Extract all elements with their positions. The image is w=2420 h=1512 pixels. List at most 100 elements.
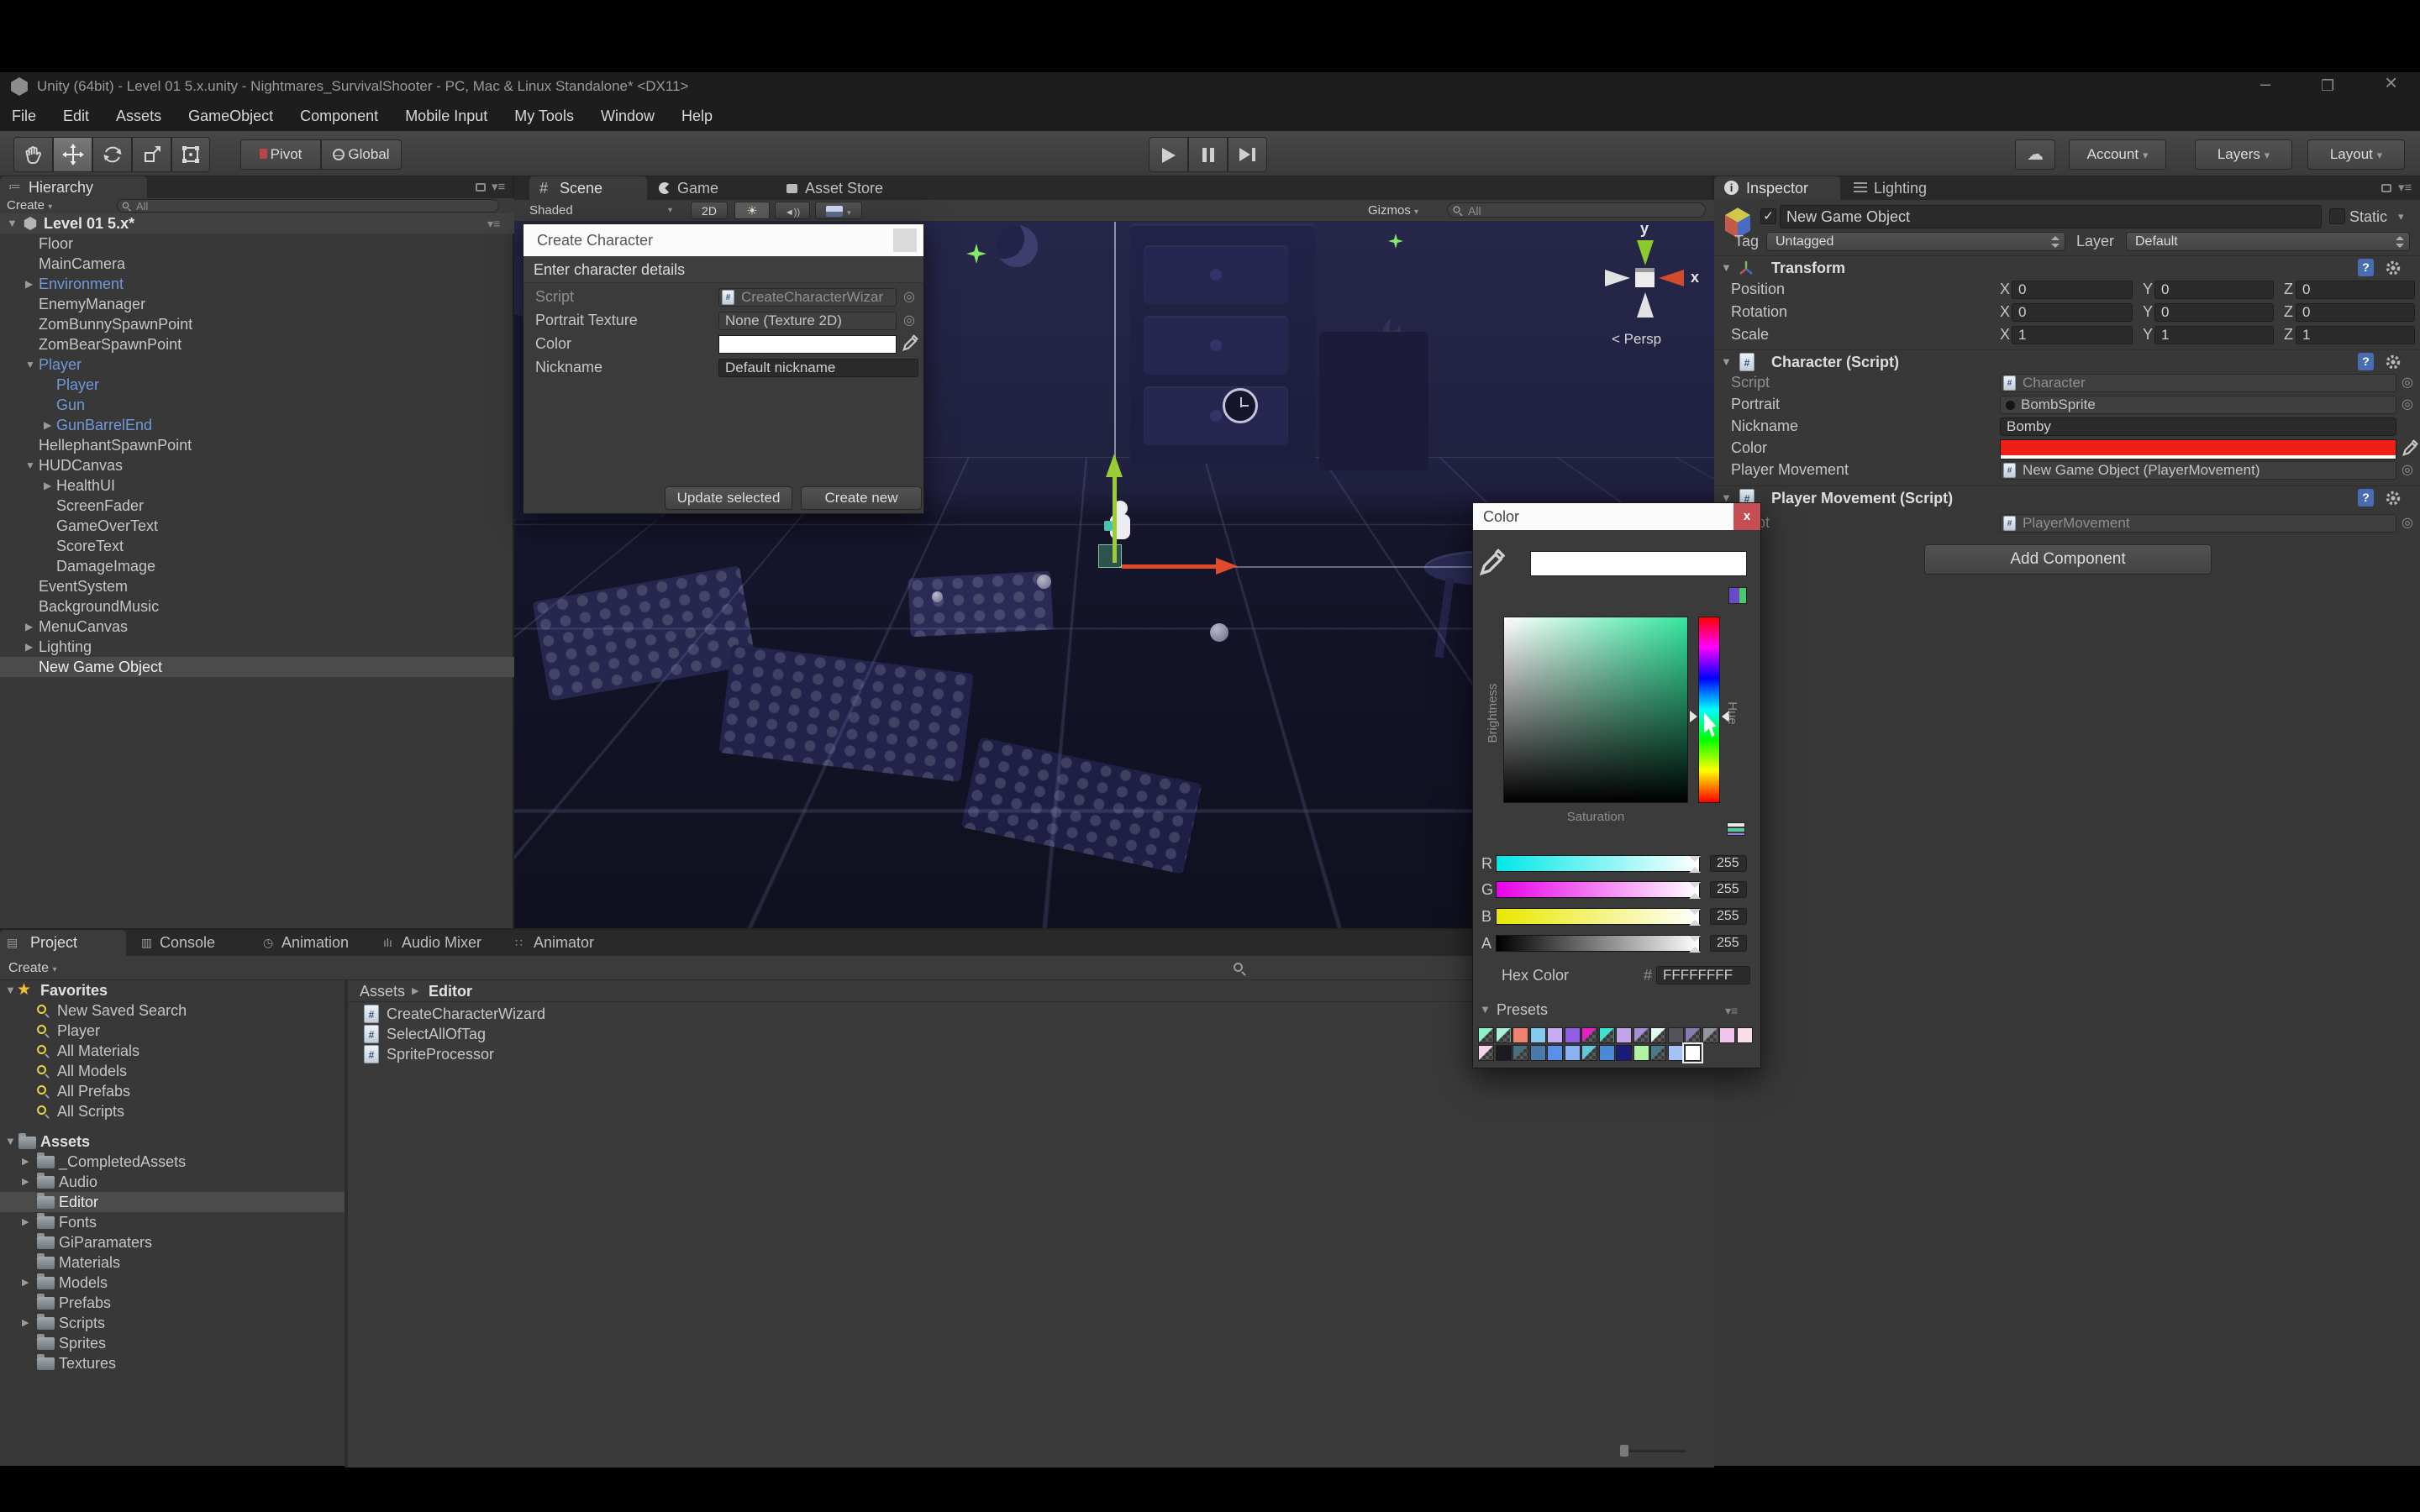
- expand-arrow-icon[interactable]: ▶: [25, 274, 33, 294]
- create-new-button[interactable]: Create new: [801, 486, 922, 510]
- object-picker-icon[interactable]: ◎: [2402, 396, 2413, 413]
- preset-swatch[interactable]: [1478, 1045, 1494, 1061]
- favorite-item-all-models[interactable]: All Models: [0, 1061, 345, 1081]
- preset-swatch[interactable]: [1564, 1045, 1581, 1061]
- preset-swatch[interactable]: [1650, 1027, 1666, 1043]
- slider-track-g[interactable]: [1496, 881, 1701, 899]
- pm-script-field[interactable]: # PlayerMovement: [2000, 514, 2396, 533]
- transform-header[interactable]: ▼ Transform ?: [1714, 255, 2420, 279]
- menu-item-edit[interactable]: Edit: [63, 108, 89, 125]
- expand-arrow-icon[interactable]: ▼: [25, 455, 35, 475]
- shading-mode-dropdown[interactable]: Shaded ▾: [521, 202, 681, 219]
- preset-swatch[interactable]: [1512, 1045, 1528, 1061]
- object-picker-icon[interactable]: ◎: [2402, 375, 2413, 391]
- slider-handle[interactable]: [1689, 909, 1701, 926]
- preset-swatch[interactable]: [1547, 1027, 1563, 1043]
- expand-arrow-icon[interactable]: ▼: [1721, 350, 1732, 374]
- preset-swatch[interactable]: [1581, 1045, 1597, 1061]
- search-icon[interactable]: [1234, 963, 1243, 972]
- char-nickname-field[interactable]: Bomby: [2000, 417, 2396, 436]
- sv-selector-ring[interactable]: [1506, 619, 1517, 630]
- help-icon[interactable]: ?: [2358, 353, 2374, 370]
- preset-swatch[interactable]: [1736, 1027, 1753, 1043]
- expand-arrow-icon[interactable]: ▶: [22, 1172, 29, 1192]
- gizmos-dropdown[interactable]: Gizmos ▾: [1368, 202, 1418, 221]
- breadcrumb-root[interactable]: Assets: [360, 981, 405, 1001]
- hierarchy-item-menucanvas[interactable]: ▶ MenuCanvas: [0, 617, 514, 637]
- menu-item-component[interactable]: Component: [300, 108, 378, 125]
- expand-arrow-icon[interactable]: ▼: [5, 980, 16, 1000]
- eyedropper-icon[interactable]: [2402, 438, 2420, 457]
- preset-swatch[interactable]: [1633, 1027, 1649, 1043]
- player-movement-header[interactable]: ▼ # Player Movement (Script) ?: [1714, 486, 2420, 509]
- hierarchy-item-zombearspawnpoint[interactable]: ZomBearSpawnPoint: [0, 334, 514, 354]
- wizard-menu-button[interactable]: [893, 228, 917, 252]
- hierarchy-item-gunbarrelend[interactable]: ▶ GunBarrelEnd: [0, 415, 514, 435]
- slider-value-field[interactable]: 255: [1710, 935, 1747, 952]
- favorite-item-all-scripts[interactable]: All Scripts: [0, 1101, 345, 1121]
- slider-track-b[interactable]: [1496, 908, 1701, 926]
- slider-handle[interactable]: [1689, 882, 1701, 899]
- expand-arrow-icon[interactable]: ▶: [25, 617, 33, 637]
- hierarchy-item-player[interactable]: ▼ Player: [0, 354, 514, 375]
- view-gizmo[interactable]: y x < Persp: [1581, 222, 1714, 356]
- hierarchy-item-scoretext[interactable]: ScoreText: [0, 536, 514, 556]
- axis-x-field[interactable]: 0: [2012, 281, 2133, 299]
- preset-swatch[interactable]: [1478, 1027, 1494, 1043]
- gizmo-left-cone[interactable]: [1605, 270, 1630, 286]
- expand-arrow-icon[interactable]: ▶: [44, 415, 51, 435]
- preset-swatch[interactable]: [1581, 1027, 1597, 1043]
- lock-icon[interactable]: [2381, 184, 2391, 192]
- saturation-value-box[interactable]: [1503, 617, 1688, 803]
- preset-swatch[interactable]: [1702, 1027, 1718, 1043]
- preset-swatch[interactable]: [1598, 1027, 1615, 1043]
- hierarchy-item-healthui[interactable]: ▶ HealthUI: [0, 475, 514, 496]
- pivot-toggle-button[interactable]: Pivot: [240, 139, 321, 170]
- wizard-nickname-field[interactable]: Default nickname: [718, 359, 918, 377]
- account-dropdown[interactable]: Account ▾: [2069, 139, 2166, 170]
- axis-y-field[interactable]: 0: [2154, 281, 2274, 299]
- close-button[interactable]: ×: [2385, 71, 2397, 93]
- hierarchy-item-player[interactable]: Player: [0, 375, 514, 395]
- preset-swatch[interactable]: [1616, 1045, 1632, 1061]
- gizmo-x-cone[interactable]: [1659, 270, 1684, 286]
- folder-item--completedassets[interactable]: ▶ _CompletedAssets: [0, 1152, 345, 1172]
- menu-item-window[interactable]: Window: [601, 108, 655, 125]
- preset-swatch[interactable]: [1547, 1045, 1563, 1061]
- preset-swatch[interactable]: [1564, 1027, 1581, 1043]
- persp-label[interactable]: < Persp: [1612, 329, 1661, 349]
- picker-title-bar[interactable]: Color x: [1473, 503, 1760, 530]
- hex-color-field[interactable]: FFFFFFFF: [1656, 966, 1750, 984]
- add-component-button[interactable]: Add Component: [1924, 544, 2212, 575]
- layers-dropdown[interactable]: Layers ▾: [2195, 139, 2292, 170]
- folder-item-sprites[interactable]: Sprites: [0, 1333, 345, 1353]
- hierarchy-item-hudcanvas[interactable]: ▼ HUDCanvas: [0, 455, 514, 475]
- eyedropper-icon[interactable]: [902, 333, 920, 352]
- preset-swatch[interactable]: [1682, 1042, 1703, 1063]
- folder-item-textures[interactable]: Textures: [0, 1353, 345, 1373]
- picker-close-button[interactable]: x: [1733, 503, 1760, 530]
- tab-game[interactable]: Game: [655, 176, 731, 200]
- menu-item-mobile-input[interactable]: Mobile Input: [405, 108, 487, 125]
- object-picker-icon[interactable]: ◎: [903, 312, 915, 329]
- presets-menu-icon[interactable]: ▾≡: [1725, 1000, 1738, 1021]
- favorite-item-new-saved-search[interactable]: New Saved Search: [0, 1000, 345, 1021]
- gizmo-y-cone[interactable]: [1637, 240, 1654, 265]
- expand-arrow-icon[interactable]: ▶: [25, 637, 33, 657]
- expand-arrow-icon[interactable]: ▶: [22, 1152, 29, 1172]
- object-picker-icon[interactable]: ◎: [903, 289, 915, 306]
- preset-swatch[interactable]: [1650, 1045, 1666, 1061]
- menu-item-help[interactable]: Help: [681, 108, 713, 125]
- slider-handle[interactable]: [1689, 856, 1701, 873]
- player-character-sprite[interactable]: [1104, 499, 1143, 553]
- menu-item-my-tools[interactable]: My Tools: [514, 108, 574, 125]
- object-picker-icon[interactable]: ◎: [2402, 462, 2413, 479]
- wizard-portrait-field[interactable]: None (Texture 2D): [718, 312, 897, 330]
- tag-dropdown[interactable]: Untagged: [1766, 232, 2065, 251]
- slider-track-r[interactable]: [1496, 855, 1701, 873]
- update-selected-button[interactable]: Update selected: [665, 486, 792, 510]
- folder-item-editor[interactable]: Editor: [0, 1192, 345, 1212]
- menu-item-gameobject[interactable]: GameObject: [188, 108, 273, 125]
- folder-item-giparamaters[interactable]: GiParamaters: [0, 1232, 345, 1252]
- play-button[interactable]: [1149, 137, 1188, 172]
